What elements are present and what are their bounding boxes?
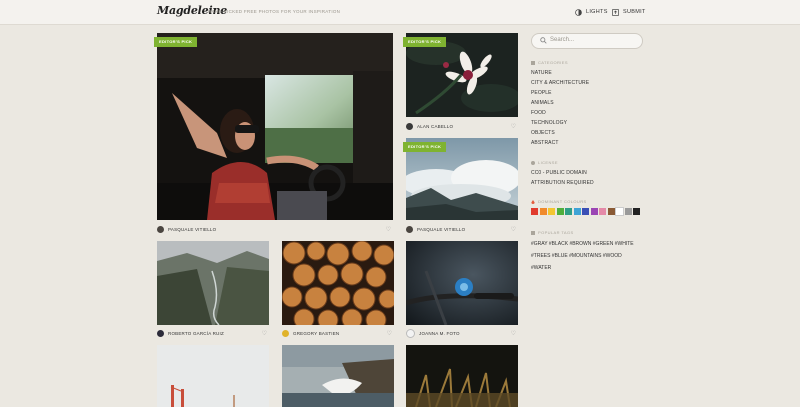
photo-grass[interactable] — [406, 345, 518, 407]
photo-bike[interactable] — [406, 241, 518, 325]
colour-swatch[interactable] — [633, 208, 640, 215]
license-heading: LICENSE — [531, 160, 558, 165]
author-name[interactable]: ROBERTO GARCÍA RUIZ — [168, 331, 224, 336]
photo-valley[interactable] — [157, 241, 269, 325]
category-link[interactable]: NATURE — [531, 70, 552, 76]
heart-icon[interactable]: ♡ — [511, 226, 516, 233]
photo-card[interactable]: EDITOR'S PICK PASQUALE VITIELLO ♡ — [154, 33, 393, 236]
colour-swatch[interactable] — [599, 208, 606, 215]
heart-icon[interactable]: ♡ — [511, 123, 516, 130]
category-link[interactable]: PEOPLE — [531, 90, 552, 96]
author-name[interactable]: ALAN CABELLO — [417, 124, 453, 129]
avatar[interactable] — [157, 225, 164, 233]
lights-toggle-button[interactable]: LIGHTS — [575, 7, 608, 17]
colour-swatch[interactable] — [624, 208, 632, 215]
photo-card[interactable] — [157, 345, 269, 407]
photo-meta: PASQUALE VITIELLO ♡ — [157, 223, 393, 235]
tag-icon — [531, 60, 535, 65]
photo-card[interactable]: EDITOR'S PICK PASQUALE VITIELLO ♡ — [403, 138, 518, 236]
category-link[interactable]: FOOD — [531, 110, 546, 116]
search-icon — [540, 37, 547, 44]
search-input[interactable]: Search... — [550, 37, 574, 43]
colour-swatch[interactable] — [573, 208, 581, 215]
colour-swatch[interactable] — [607, 208, 615, 215]
colours-heading: DOMINANT COLOURS — [531, 199, 587, 204]
category-link[interactable]: TECHNOLOGY — [531, 120, 567, 126]
tags-title: POPULAR TAGS — [538, 230, 574, 235]
photo-card[interactable] — [406, 345, 518, 407]
categories-heading: CATEGORIES — [531, 60, 568, 65]
category-link[interactable]: OBJECTS — [531, 130, 555, 136]
lights-label: LIGHTS — [586, 9, 608, 15]
category-link[interactable]: ABSTRACT — [531, 140, 558, 146]
avatar[interactable] — [406, 225, 413, 233]
colour-swatch[interactable] — [548, 208, 555, 215]
upload-icon — [612, 8, 619, 16]
drop-icon — [531, 199, 535, 204]
colour-swatch[interactable] — [556, 208, 564, 215]
author-name[interactable]: GREGORY BASTIEN — [293, 331, 339, 336]
photo-meta: ROBERTO GARCÍA RUIZ ♡ — [157, 327, 269, 339]
photo-woman-car[interactable] — [157, 33, 393, 220]
author-name[interactable]: PASQUALE VITIELLO — [417, 227, 465, 232]
tags-heading: POPULAR TAGS — [531, 230, 574, 235]
colour-swatch[interactable] — [590, 208, 598, 215]
photo-meta: GREGORY BASTIEN ♡ — [282, 327, 394, 339]
submit-label: SUBMIT — [623, 9, 646, 15]
photo-bridge[interactable] — [157, 345, 269, 407]
colour-swatch[interactable] — [531, 208, 538, 215]
colour-swatch[interactable] — [582, 208, 589, 215]
photo-card[interactable]: EDITOR'S PICK ALAN CABELLO ♡ — [403, 33, 518, 133]
heart-icon[interactable]: ♡ — [262, 330, 267, 337]
photo-logs[interactable] — [282, 241, 394, 325]
photo-meta: JOANNA M. FOTO ♡ — [406, 327, 518, 339]
avatar[interactable] — [282, 329, 289, 337]
popular-tags: #GRAY #BLACK #BROWN #GREEN #WHITE #TREES… — [531, 238, 641, 274]
site-tagline: HAND-PICKED FREE PHOTOS FOR YOUR INSPIRA… — [208, 9, 341, 14]
category-link[interactable]: CITY & ARCHITECTURE — [531, 80, 589, 86]
tags-line[interactable]: #GRAY #BLACK #BROWN #GREEN #WHITE — [531, 238, 641, 250]
colours-title: DOMINANT COLOURS — [538, 199, 587, 204]
heart-icon[interactable]: ♡ — [386, 226, 391, 233]
license-link[interactable]: ATTRIBUTION REQUIRED — [531, 180, 594, 186]
photo-sea-waves[interactable] — [282, 345, 394, 407]
submit-button[interactable]: SUBMIT — [612, 7, 646, 17]
photo-card[interactable]: GREGORY BASTIEN ♡ — [282, 241, 394, 339]
author-name[interactable]: JOANNA M. FOTO — [419, 331, 460, 336]
search-box[interactable]: Search... — [531, 33, 643, 49]
photo-card[interactable]: ROBERTO GARCÍA RUIZ ♡ — [157, 241, 269, 339]
tag-icon — [531, 230, 535, 235]
avatar[interactable] — [406, 122, 413, 130]
tags-line[interactable]: #WATER — [531, 262, 641, 274]
editors-pick-badge: EDITOR'S PICK — [154, 37, 198, 47]
colour-swatch[interactable] — [565, 208, 572, 215]
photo-meta: PASQUALE VITIELLO ♡ — [406, 223, 518, 235]
author-name[interactable]: PASQUALE VITIELLO — [168, 227, 216, 232]
photo-card[interactable]: JOANNA M. FOTO ♡ — [406, 241, 518, 339]
categories-title: CATEGORIES — [538, 60, 568, 65]
license-title: LICENSE — [538, 160, 558, 165]
colour-swatch[interactable] — [539, 208, 547, 215]
license-icon — [531, 160, 535, 165]
photo-meta: ALAN CABELLO ♡ — [406, 120, 518, 132]
avatar[interactable] — [157, 329, 164, 337]
heart-icon[interactable]: ♡ — [387, 330, 392, 337]
avatar[interactable] — [406, 328, 415, 338]
photo-card[interactable] — [282, 345, 394, 407]
tags-line[interactable]: #TREES #BLUE #MOUNTAINS #WOOD — [531, 250, 641, 262]
license-link[interactable]: CC0 - PUBLIC DOMAIN — [531, 170, 587, 176]
lights-icon — [575, 8, 582, 16]
top-bar: Magdeleine HAND-PICKED FREE PHOTOS FOR Y… — [0, 0, 800, 25]
category-link[interactable]: ANIMALS — [531, 100, 554, 106]
editors-pick-badge: EDITOR'S PICK — [403, 37, 447, 47]
editors-pick-badge: EDITOR'S PICK — [403, 142, 447, 152]
heart-icon[interactable]: ♡ — [511, 330, 516, 337]
colour-swatch[interactable] — [615, 207, 624, 216]
